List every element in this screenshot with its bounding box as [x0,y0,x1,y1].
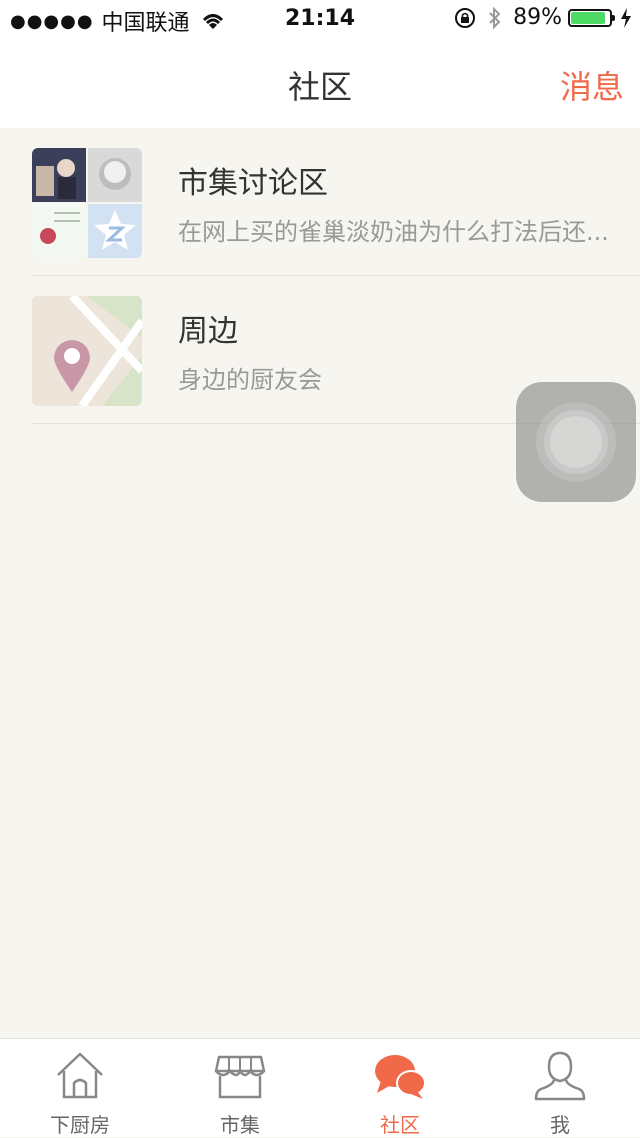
tab-me[interactable]: 我 [480,1039,640,1137]
nav-bar: 社区 消息 [0,40,640,128]
assistive-touch-button[interactable] [516,382,636,502]
list-item-subtitle: 在网上买的雀巢淡奶油为什么打法后还... [178,218,609,246]
status-bar: ●●●●● 中国联通 21:14 89% [0,0,640,40]
market-discussion-thumbnail [32,148,142,258]
tab-kitchen[interactable]: 下厨房 [0,1039,160,1137]
shop-icon [214,1055,266,1099]
messages-button[interactable]: 消息 [560,62,624,108]
battery-percent: 89% [513,5,562,30]
map-pin-icon [32,296,142,406]
tab-market[interactable]: 市集 [160,1039,320,1137]
status-right: 89% [453,5,632,30]
house-icon [57,1052,103,1099]
person-icon [534,1051,586,1101]
list-item-title: 市集讨论区 [178,166,328,201]
tab-label: 市集 [220,1113,260,1137]
assistive-ring-inner [550,416,602,468]
tab-label: 下厨房 [50,1113,110,1137]
rotation-lock-icon [455,7,476,28]
tab-label: 社区 [380,1113,420,1137]
tab-label: 我 [550,1113,570,1137]
nearby-thumbnail [32,296,142,406]
list-item-market-discussion[interactable]: 市集讨论区 在网上买的雀巢淡奶油为什么打法后还... [0,128,640,276]
battery-icon [568,8,615,27]
charging-bolt-icon [621,7,631,28]
bluetooth-icon [489,6,501,29]
battery-fill [571,11,605,24]
chat-bubbles-icon [375,1055,426,1099]
community-list: 市集讨论区 在网上买的雀巢淡奶油为什么打法后还... 周边 身边的厨友会 [0,128,640,424]
page-title: 社区 [287,68,352,106]
tab-bar: 下厨房 市集 社区 我 [0,1038,640,1137]
tab-community[interactable]: 社区 [320,1039,480,1137]
list-item-title: 周边 [178,314,238,349]
avatar-collage-icon [32,148,142,258]
